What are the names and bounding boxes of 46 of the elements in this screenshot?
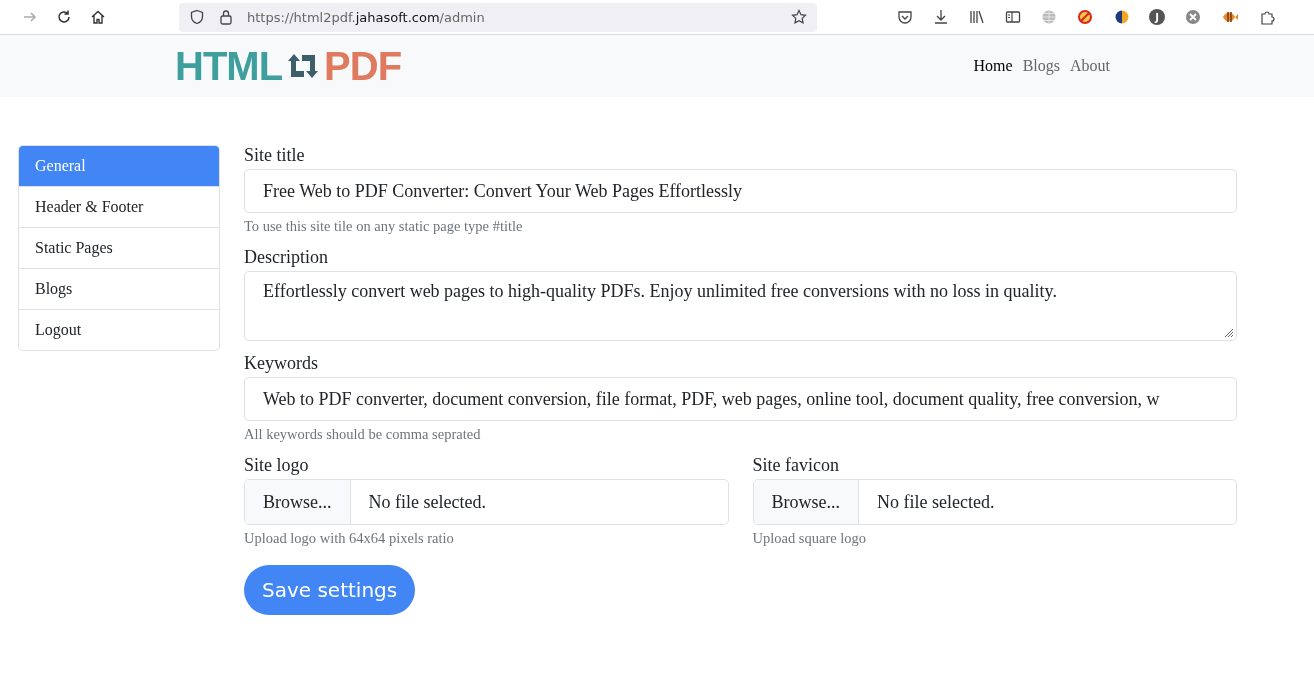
file-status: No file selected. (367, 490, 487, 514)
field-label: Site title (244, 145, 306, 166)
resize-handle-icon (1222, 326, 1234, 338)
help-text: All keywords should be comma seprated (244, 426, 482, 443)
sidebar-item[interactable]: Header & Footer (19, 186, 219, 227)
field-label: Keywords (244, 353, 319, 374)
textarea-value: Effortlessly convert web pages to high-quality PDFs. Enjoy unlimited free conversions with no loss in quality. (263, 281, 1057, 301)
text-input[interactable]: Web to PDF converter, document conversion, file format, PDF, web pages, online tool, document quality, free conversion, w (244, 377, 1237, 421)
s-logo-icon[interactable] (1113, 9, 1129, 25)
sidebar-item[interactable]: General (19, 146, 219, 186)
help-text: To use this site tile on any static page type #title (244, 218, 524, 235)
field-label: Site logo (244, 455, 310, 476)
browse-button[interactable]: Browse... (753, 480, 859, 524)
star-icon[interactable] (791, 9, 807, 25)
reload-icon[interactable] (56, 9, 72, 25)
profile-avatar[interactable]: J (1149, 9, 1165, 25)
download-icon[interactable] (933, 9, 949, 25)
help-text: Upload square logo (752, 530, 868, 547)
description-textarea[interactable]: Effortlessly convert web pages to high-quality PDFs. Enjoy unlimited free conversions with no loss in quality. (244, 271, 1237, 341)
text-input[interactable]: Free Web to PDF Converter: Convert Your Web Pages Effortlessly (244, 169, 1237, 213)
sidebar-item[interactable]: Logout (19, 309, 219, 350)
address-bar[interactable]: https://html2pdf.jahasoft.com/admin (179, 2, 817, 32)
shield-icon (189, 9, 205, 25)
file-input[interactable]: Browse... No file selected. (752, 479, 1237, 525)
field-label: Site favicon (752, 455, 840, 476)
sidebar-item[interactable]: Blogs (19, 268, 219, 309)
close-circle-icon[interactable] (1185, 9, 1201, 25)
help-text: Upload logo with 64x64 pixels ratio (244, 530, 455, 547)
library-icon[interactable] (969, 9, 985, 25)
field-label: Description (244, 247, 329, 268)
save-settings-button[interactable]: Save settings (244, 565, 416, 615)
file-input[interactable]: Browse... No file selected. (244, 479, 729, 525)
pocket-icon[interactable] (897, 9, 913, 25)
sidebar-item[interactable]: Static Pages (19, 227, 219, 268)
blocked-icon[interactable] (1077, 9, 1093, 25)
browse-button[interactable]: Browse... (245, 480, 351, 524)
fish-icon[interactable] (1221, 9, 1239, 25)
sidebar-icon[interactable] (1005, 9, 1021, 25)
home-icon[interactable] (90, 9, 106, 25)
puzzle-icon[interactable] (1259, 9, 1275, 25)
lock-icon (219, 9, 233, 25)
file-status: No file selected. (876, 490, 996, 514)
nav-link[interactable]: Blogs (1022, 57, 1060, 75)
url-text: https://html2pdf.jahasoft.com/admin (247, 9, 486, 25)
nav-link[interactable]: Home (973, 57, 1013, 75)
nav-link[interactable]: About (1070, 57, 1110, 75)
